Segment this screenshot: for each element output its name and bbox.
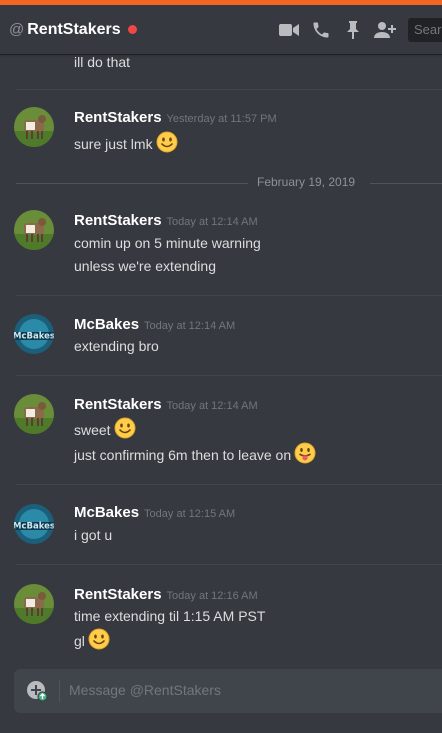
channel-title: RentStakers xyxy=(27,20,121,38)
goat-avatar[interactable] xyxy=(14,394,54,434)
tongue-emoji-icon xyxy=(294,442,316,467)
message-line: sweet xyxy=(74,417,136,442)
author-name[interactable]: RentStakers xyxy=(74,586,162,603)
composer-area: Message @RentStakers xyxy=(0,658,442,733)
message-author[interactable]: RentStakers Today at 12:14 AM xyxy=(74,396,258,413)
message-line: just confirming 6m then to leave on xyxy=(74,442,316,467)
message-divider xyxy=(16,375,442,376)
message-line: i got u xyxy=(74,527,113,543)
message-timestamp: Today at 12:14 AM xyxy=(166,400,258,412)
at-symbol: @ xyxy=(9,21,25,38)
author-name[interactable]: McBakes xyxy=(74,316,139,333)
message-line: time extending til 1:15 AM PST xyxy=(74,608,266,624)
goat-avatar[interactable] xyxy=(14,584,54,624)
message-line: extending bro xyxy=(74,338,159,354)
svg-text:McBakes: McBakes xyxy=(14,522,54,532)
message-divider xyxy=(16,484,442,485)
author-name[interactable]: McBakes xyxy=(74,504,139,521)
goat-avatar[interactable] xyxy=(14,107,54,147)
smiley-emoji-icon xyxy=(156,131,178,156)
message-author[interactable]: McBakes Today at 12:14 AM xyxy=(74,316,235,333)
message-timestamp: Today at 12:15 AM xyxy=(144,508,236,520)
date-divider: February 19, 2019 xyxy=(0,175,442,191)
svg-text:McBakes: McBakes xyxy=(14,332,54,342)
header-toolbar xyxy=(278,5,406,54)
message-text: just confirming 6m then to leave on xyxy=(74,446,292,463)
date-divider-label: February 19, 2019 xyxy=(257,175,356,189)
search-input[interactable]: Search xyxy=(408,18,442,42)
message-line: ill do that xyxy=(74,54,131,70)
message-list: ill do that RentStakers Yesterday at 11:5… xyxy=(0,54,442,658)
message-timestamp: Yesterday at 11:57 PM xyxy=(166,113,277,125)
plus-upload-icon[interactable] xyxy=(26,680,48,702)
message-input-placeholder: Message @RentStakers xyxy=(69,682,221,698)
author-name[interactable]: RentStakers xyxy=(74,396,162,413)
smiley-emoji-icon xyxy=(88,628,110,653)
mcbakes-avatar[interactable]: McBakes xyxy=(14,504,54,544)
message-timestamp: Today at 12:16 AM xyxy=(166,590,258,602)
status-dnd-indicator xyxy=(127,25,137,34)
message-timestamp: Today at 12:14 AM xyxy=(144,320,236,332)
message-author[interactable]: RentStakers Today at 12:16 AM xyxy=(74,586,258,603)
message-text: sure just lmk xyxy=(74,135,153,152)
message-input[interactable]: Message @RentStakers xyxy=(14,669,442,713)
channel-header: @ RentStakers Search xyxy=(0,5,442,54)
pin-icon[interactable] xyxy=(342,19,364,41)
message-line: comin up on 5 minute warning xyxy=(74,235,261,251)
smiley-emoji-icon xyxy=(114,417,136,442)
video-call-icon[interactable] xyxy=(278,19,300,41)
message-text: sweet xyxy=(74,421,111,438)
message-author[interactable]: RentStakers Today at 12:14 AM xyxy=(74,212,258,229)
phone-call-icon[interactable] xyxy=(310,19,332,41)
message-timestamp: Today at 12:14 AM xyxy=(166,216,258,228)
message-line: unless we're extending xyxy=(74,258,216,274)
mcbakes-avatar[interactable]: McBakes xyxy=(14,314,54,354)
author-name[interactable]: RentStakers xyxy=(74,212,162,229)
message-line: sure just lmk xyxy=(74,131,178,156)
message-author[interactable]: McBakes Today at 12:15 AM xyxy=(74,504,235,521)
add-friend-icon[interactable] xyxy=(374,19,396,41)
message-author[interactable]: RentStakers Yesterday at 11:57 PM xyxy=(74,109,277,126)
author-name[interactable]: RentStakers xyxy=(74,109,162,126)
composer-divider xyxy=(59,680,60,702)
message-text: gl xyxy=(74,632,85,649)
goat-avatar[interactable] xyxy=(14,210,54,250)
message-line: gl xyxy=(74,628,110,653)
message-divider xyxy=(16,564,442,565)
message-divider xyxy=(16,295,442,296)
message-divider xyxy=(16,89,442,90)
